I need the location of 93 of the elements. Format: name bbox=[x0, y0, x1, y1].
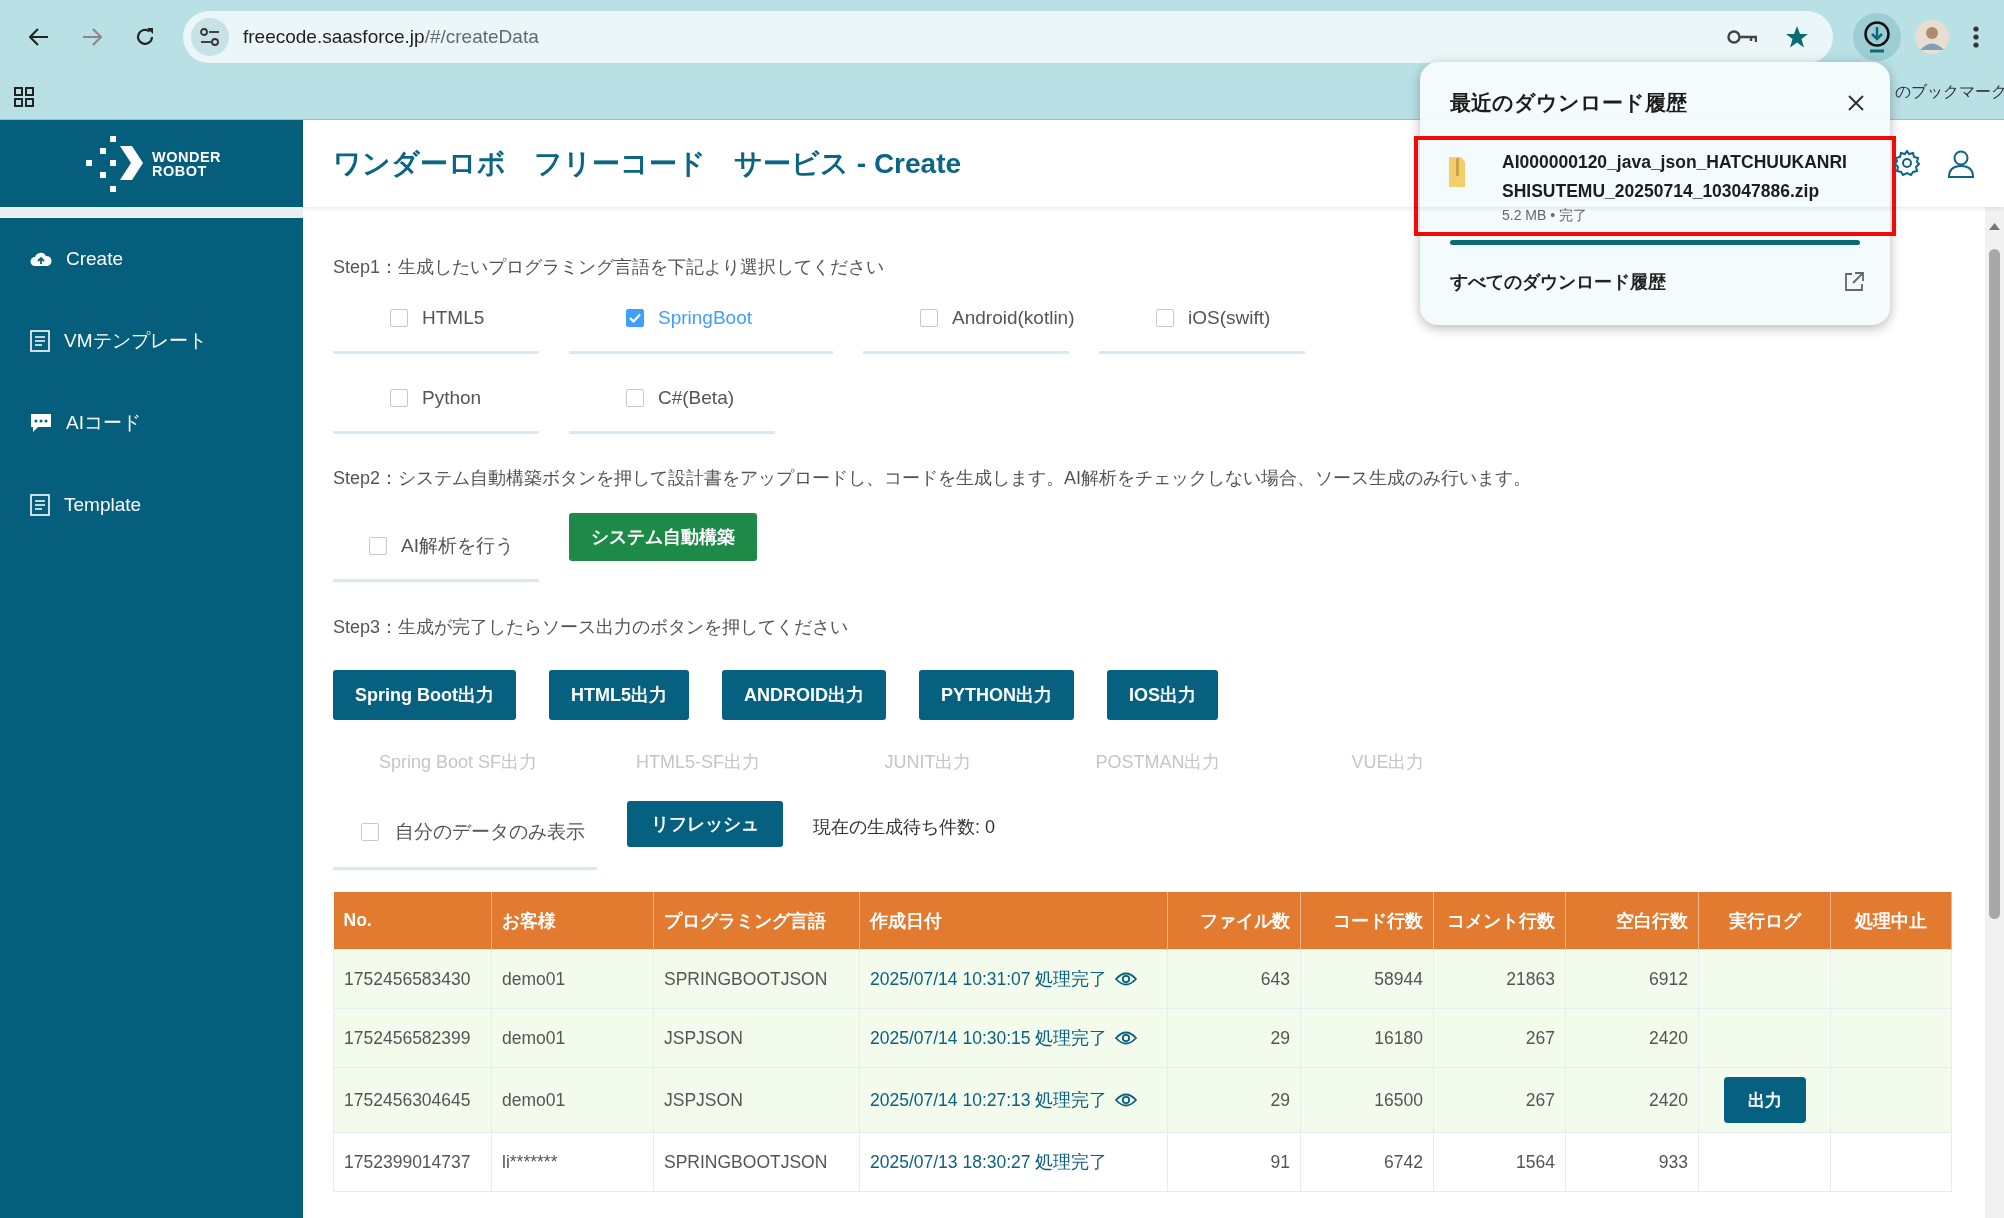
sidebar-item[interactable]: Create bbox=[0, 218, 303, 300]
eye-icon[interactable] bbox=[1115, 1092, 1138, 1108]
queue-status: 現在の生成待ち件数: 0 bbox=[813, 815, 995, 839]
table-cell: 29 bbox=[1167, 1067, 1301, 1133]
page-title: ワンダーロボ フリーコード サービス - Create bbox=[333, 146, 962, 181]
table-cell: 1752456582399 bbox=[333, 1008, 492, 1068]
refresh-button[interactable]: リフレッシュ bbox=[627, 800, 783, 847]
eye-icon[interactable] bbox=[1115, 1030, 1138, 1046]
table-cell: 933 bbox=[1565, 1132, 1699, 1192]
table-cell: 2420 bbox=[1565, 1067, 1699, 1133]
eye-icon[interactable] bbox=[1115, 971, 1138, 987]
table-cell: 58944 bbox=[1300, 949, 1434, 1009]
site-settings-icon[interactable] bbox=[200, 28, 220, 46]
checkbox[interactable] bbox=[1156, 308, 1174, 327]
table-cell: 6742 bbox=[1300, 1132, 1434, 1192]
table-cell: 29 bbox=[1167, 1008, 1301, 1068]
table-cell: li******* bbox=[491, 1132, 654, 1192]
option-label[interactable]: 自分のデータのみ表示 bbox=[395, 819, 585, 845]
scrollbar-thumb[interactable] bbox=[1989, 249, 2000, 919]
checkbox[interactable] bbox=[626, 388, 644, 407]
table-cell: 643 bbox=[1167, 949, 1301, 1009]
check-icon bbox=[629, 312, 641, 323]
option-label[interactable]: C#(Beta) bbox=[658, 386, 735, 409]
zip-file-icon bbox=[1448, 156, 1466, 188]
checkbox[interactable] bbox=[390, 388, 408, 407]
table-cell: demo01 bbox=[491, 1008, 654, 1068]
reload-icon[interactable] bbox=[134, 27, 155, 47]
table-cell: JSPJSON bbox=[653, 1067, 860, 1133]
table-cell: 1752399014737 bbox=[333, 1132, 492, 1192]
checkbox[interactable] bbox=[920, 308, 938, 327]
close-icon[interactable] bbox=[1848, 95, 1864, 111]
table-cell: 267 bbox=[1433, 1067, 1566, 1133]
table-cell: SPRINGBOOTJSON bbox=[653, 949, 860, 1009]
chat-icon bbox=[30, 413, 52, 433]
checkbox[interactable] bbox=[626, 308, 644, 327]
table-cell: 16500 bbox=[1300, 1067, 1434, 1133]
output-button[interactable]: Spring Boot出力 bbox=[333, 670, 516, 720]
output-button[interactable]: IOS出力 bbox=[1107, 670, 1218, 720]
logo-text: WONDER bbox=[151, 149, 222, 164]
sidebar-item[interactable]: VMテンプレート bbox=[0, 300, 303, 382]
table-cell: 91 bbox=[1167, 1132, 1301, 1192]
table-cell: 16180 bbox=[1300, 1008, 1434, 1068]
logo-text: ROBOT bbox=[151, 163, 208, 178]
table-cell: 1752456583430 bbox=[333, 949, 492, 1009]
sidebar-item[interactable]: Template bbox=[0, 464, 303, 546]
output-button[interactable]: ANDROID出力 bbox=[722, 670, 886, 720]
table-cell: demo01 bbox=[491, 949, 654, 1009]
table-cell: SPRINGBOOTJSON bbox=[653, 1132, 860, 1192]
option-label[interactable]: iOS(swift) bbox=[1188, 306, 1271, 329]
apps-icon[interactable] bbox=[14, 86, 34, 107]
step-instruction: Step2：システム自動構築ボタンを押して設計書をアップロードし、コードを生成します。AI解析をチェックしない場合、ソース生成のみ行います。 bbox=[333, 467, 1532, 490]
checkbox[interactable] bbox=[369, 536, 387, 555]
user-icon[interactable] bbox=[1948, 150, 1974, 178]
table-cell: 1564 bbox=[1433, 1132, 1566, 1192]
star-icon[interactable] bbox=[1785, 25, 1809, 49]
highlight-frame[interactable]: AI000000120_java_json_HATCHUUKANRI SHISUTEMU_20250714_103047886.zip 5.2 MB • 完了 bbox=[1414, 136, 1896, 236]
back-icon[interactable] bbox=[28, 28, 49, 46]
file-name[interactable]: SHISUTEMU_20250714_103047886.zip bbox=[1502, 177, 1847, 206]
option-label[interactable]: HTML5 bbox=[422, 306, 485, 329]
option-label[interactable]: Android(kotlin) bbox=[952, 306, 1075, 329]
bookmark-label[interactable]: のブックマーク bbox=[1895, 82, 2004, 103]
file-status: 5.2 MB • 完了 bbox=[1502, 206, 1589, 224]
download-icon[interactable] bbox=[1862, 21, 1892, 53]
log-output-button[interactable]: 出力 bbox=[1723, 1077, 1806, 1123]
build-button[interactable]: システム自動構築 bbox=[569, 513, 757, 561]
step-instruction: Step3：生成が完了したらソース出力のボタンを押してください bbox=[333, 616, 849, 639]
sidebar-item[interactable]: AIコード bbox=[0, 382, 303, 464]
table-cell: 21863 bbox=[1433, 949, 1566, 1009]
table-cell: 2420 bbox=[1565, 1008, 1699, 1068]
document-icon bbox=[30, 494, 50, 516]
panel-title: 最近のダウンロード履歴 bbox=[1450, 90, 1687, 116]
file-name[interactable]: AI000000120_java_json_HATCHUUKANRI bbox=[1502, 148, 1847, 177]
all-downloads-link[interactable]: すべてのダウンロード履歴 bbox=[1450, 270, 1666, 294]
option-label[interactable]: Python bbox=[422, 386, 482, 409]
scrollbar[interactable] bbox=[1985, 207, 2004, 1218]
output-button[interactable]: PYTHON出力 bbox=[919, 670, 1074, 720]
output-button[interactable]: HTML5出力 bbox=[549, 670, 689, 720]
table-cell: JSPJSON bbox=[653, 1008, 860, 1068]
settings-icon[interactable] bbox=[1894, 150, 1920, 176]
scroll-up-icon[interactable] bbox=[1989, 223, 2000, 230]
table-cell: 6912 bbox=[1565, 949, 1699, 1009]
open-external-icon[interactable] bbox=[1844, 272, 1864, 292]
key-icon[interactable] bbox=[1727, 29, 1757, 45]
checkbox[interactable] bbox=[361, 823, 379, 841]
step-instruction: Step1：生成したいプログラミング言語を下記より選択してください bbox=[333, 256, 885, 279]
checkbox[interactable] bbox=[390, 308, 408, 327]
more-menu-icon[interactable] bbox=[1973, 26, 1979, 48]
cloud-upload-icon bbox=[30, 251, 52, 267]
table-cell: 267 bbox=[1433, 1008, 1566, 1068]
document-icon bbox=[30, 330, 50, 352]
table-cell: 1752456304645 bbox=[333, 1067, 492, 1133]
option-label[interactable]: AI解析を行う bbox=[401, 532, 514, 559]
table-cell: demo01 bbox=[491, 1067, 654, 1133]
